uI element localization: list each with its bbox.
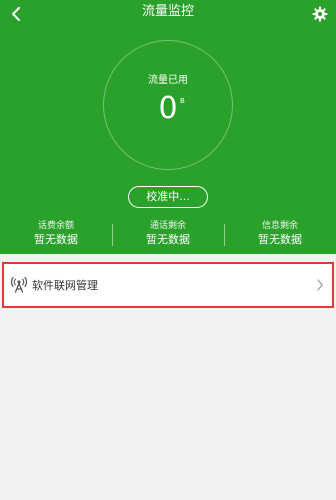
sms-remaining-value: 暂无数据 [258,233,302,246]
balance-label: 话费余额 [37,221,74,231]
app-network-management-item[interactable]: 软件联网管理 [2,262,334,308]
usage-value: 0 [158,91,178,126]
call-remaining-value: 暂无数据 [146,233,190,246]
usage-gauge: 流量已用 0 B [103,40,233,170]
traffic-monitor-screen: 流量监控 流量已用 0 B 校准中... 话费余额 暂无数据 通话剩余 暂无数据… [0,0,336,500]
gear-icon [312,6,328,22]
header-panel: 流量监控 流量已用 0 B 校准中... 话费余额 暂无数据 通话剩余 暂无数据… [0,0,336,254]
balance-value: 暂无数据 [34,233,78,246]
call-remaining-label: 通话剩余 [149,221,186,231]
balance-stat: 话费余额 暂无数据 [0,220,112,248]
top-bar: 流量监控 [0,0,336,28]
sms-remaining-label: 信息剩余 [261,221,298,231]
call-remaining-stat: 通话剩余 暂无数据 [112,220,224,248]
calibrate-button[interactable]: 校准中... [128,186,208,208]
settings-button[interactable] [310,4,330,24]
sms-remaining-stat: 信息剩余 暂无数据 [224,220,336,248]
page-title: 流量监控 [141,4,194,19]
usage-unit: B [180,97,185,105]
antenna-icon [9,275,29,295]
stats-row: 话费余额 暂无数据 通话剩余 暂无数据 信息剩余 暂无数据 [0,220,336,250]
chevron-right-icon [314,277,326,293]
list-item-label: 软件联网管理 [32,279,98,292]
usage-label: 流量已用 [148,75,188,86]
